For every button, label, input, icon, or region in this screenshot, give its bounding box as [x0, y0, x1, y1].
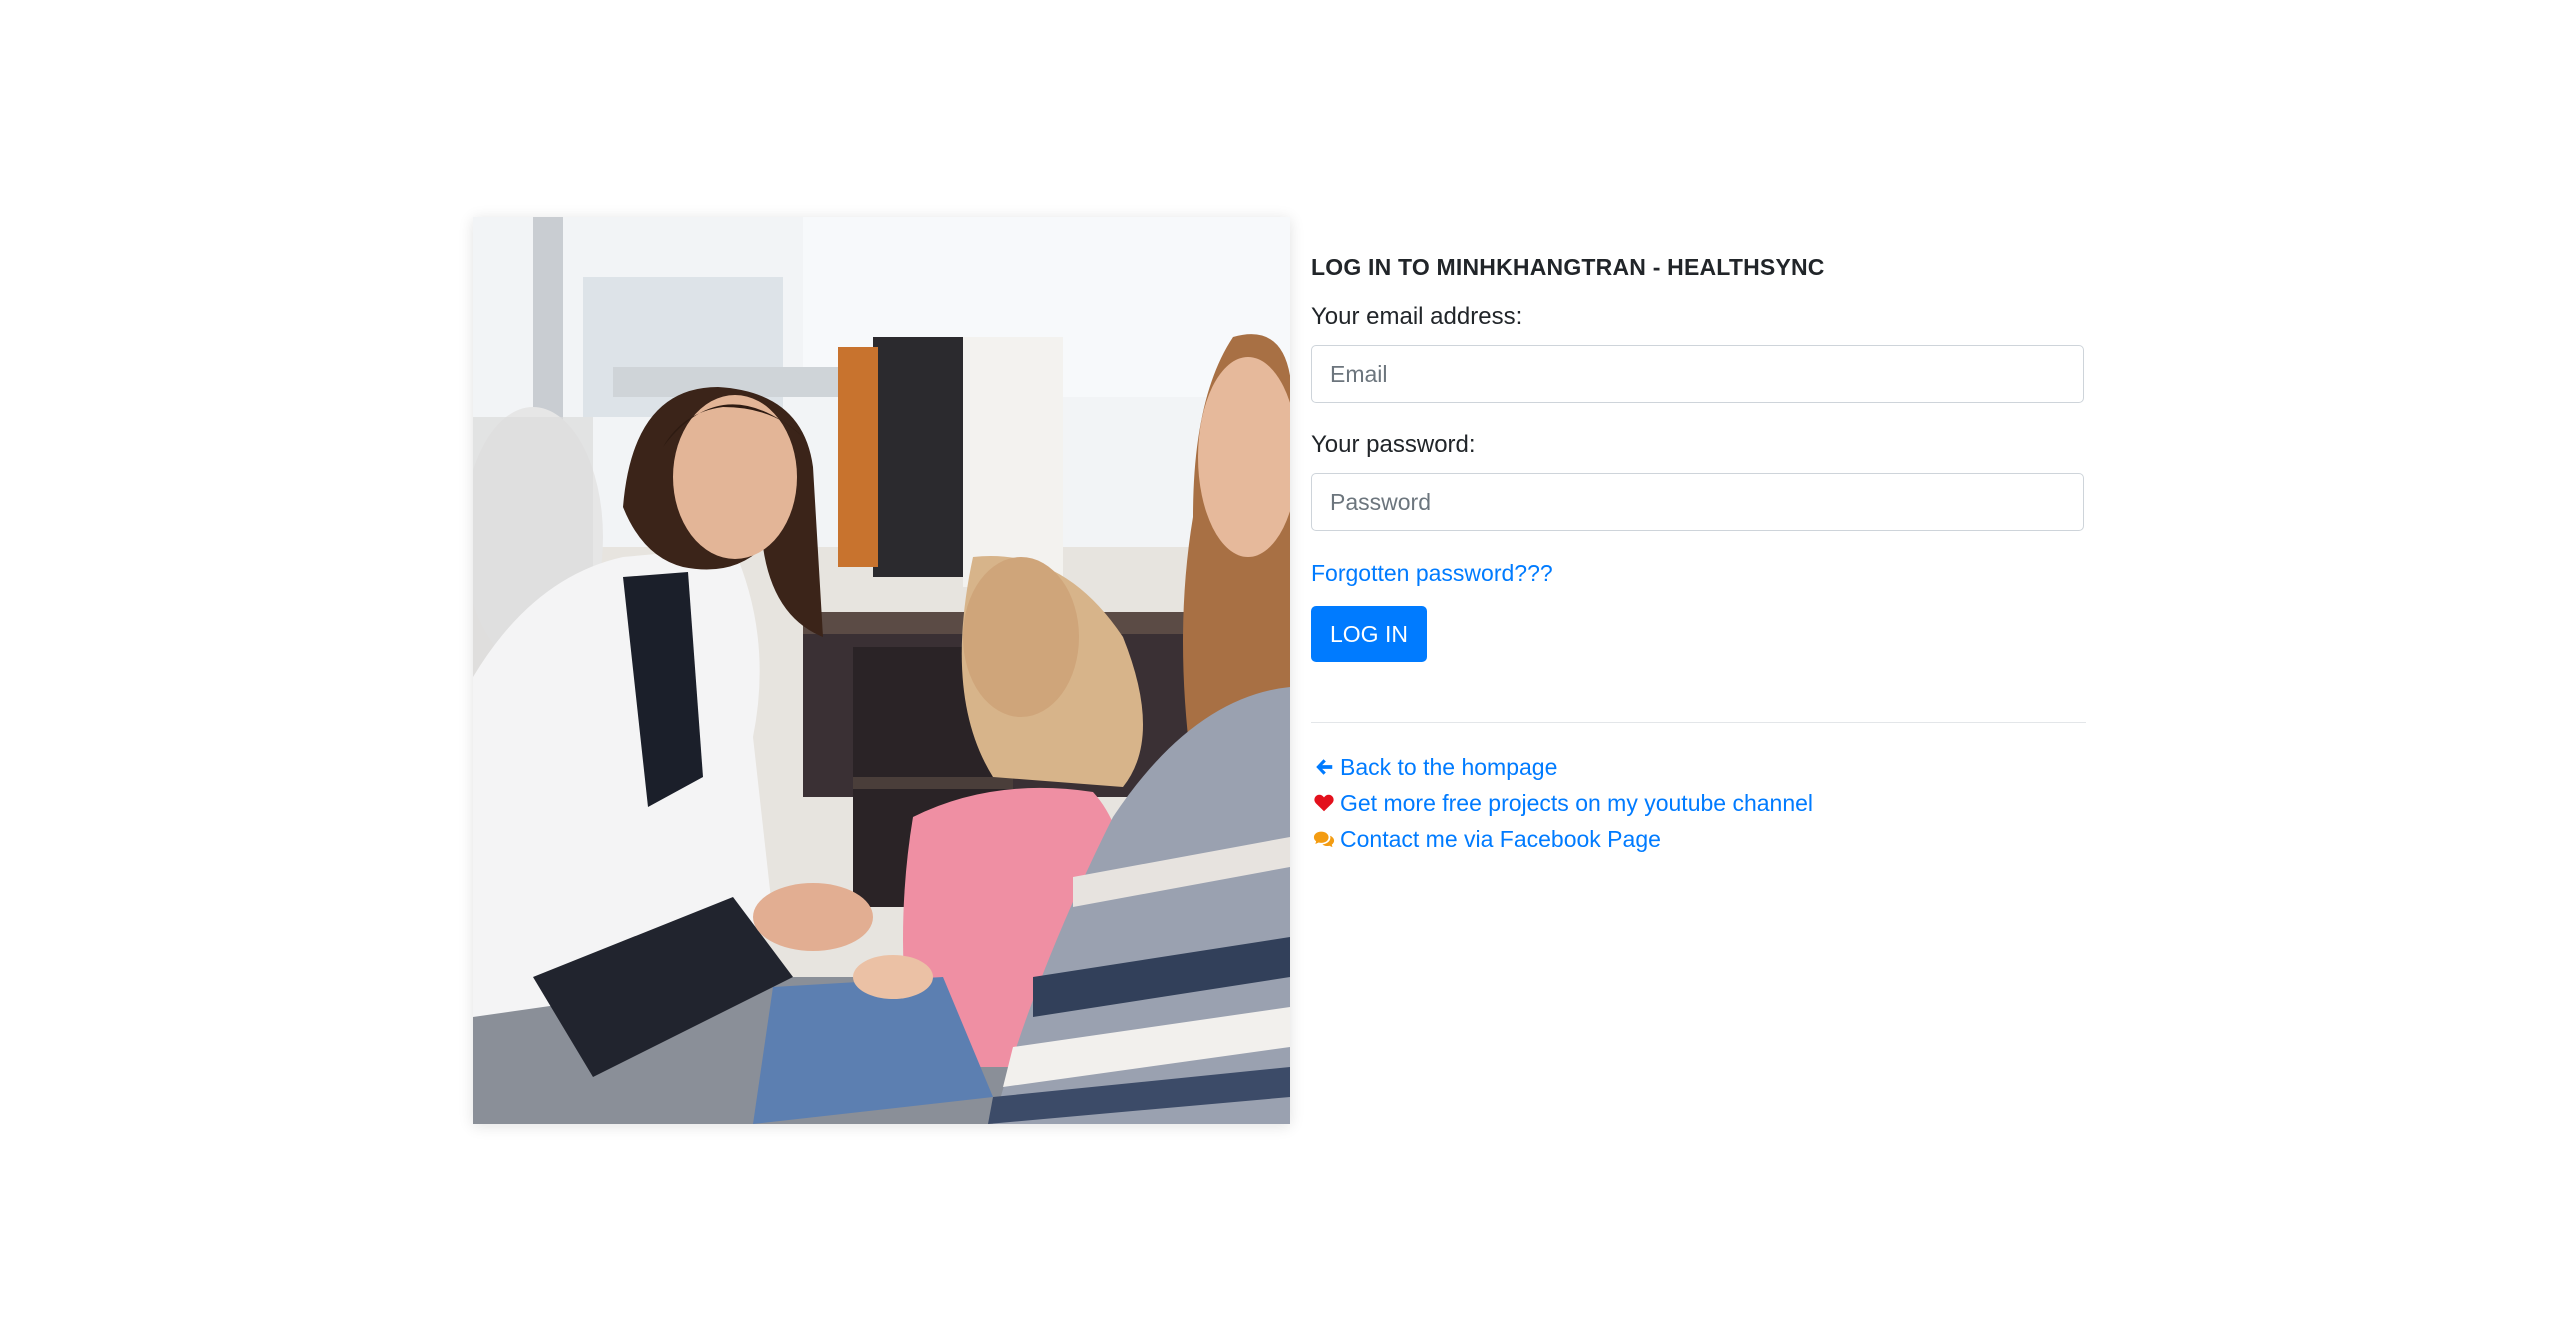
email-input[interactable]	[1311, 345, 2084, 403]
comments-icon	[1311, 827, 1336, 851]
login-hero-image	[473, 217, 1290, 1124]
login-form-panel: LOG IN TO MINHKHANGTRAN - HEALTHSYNC You…	[1311, 245, 2086, 857]
facebook-contact-link[interactable]: Contact me via Facebook Page	[1311, 821, 2086, 857]
doctor-patient-photo	[473, 217, 1290, 1124]
email-label: Your email address:	[1311, 303, 1523, 330]
password-label: Your password:	[1311, 431, 1476, 458]
forgot-password-link[interactable]: Forgotten password???	[1311, 557, 1553, 589]
arrow-left-icon	[1311, 755, 1336, 779]
divider	[1311, 722, 2086, 723]
login-button[interactable]: LOG IN	[1311, 606, 1427, 662]
back-to-homepage-link[interactable]: Back to the hompage	[1311, 749, 2086, 785]
youtube-channel-label: Get more free projects on my youtube cha…	[1340, 789, 1814, 816]
password-input[interactable]	[1311, 473, 2084, 531]
youtube-channel-link[interactable]: Get more free projects on my youtube cha…	[1311, 785, 2086, 821]
back-to-homepage-label: Back to the hompage	[1340, 753, 1558, 780]
login-title: LOG IN TO MINHKHANGTRAN - HEALTHSYNC	[1311, 254, 1825, 280]
facebook-contact-label: Contact me via Facebook Page	[1340, 825, 1661, 852]
heart-icon	[1311, 791, 1336, 815]
